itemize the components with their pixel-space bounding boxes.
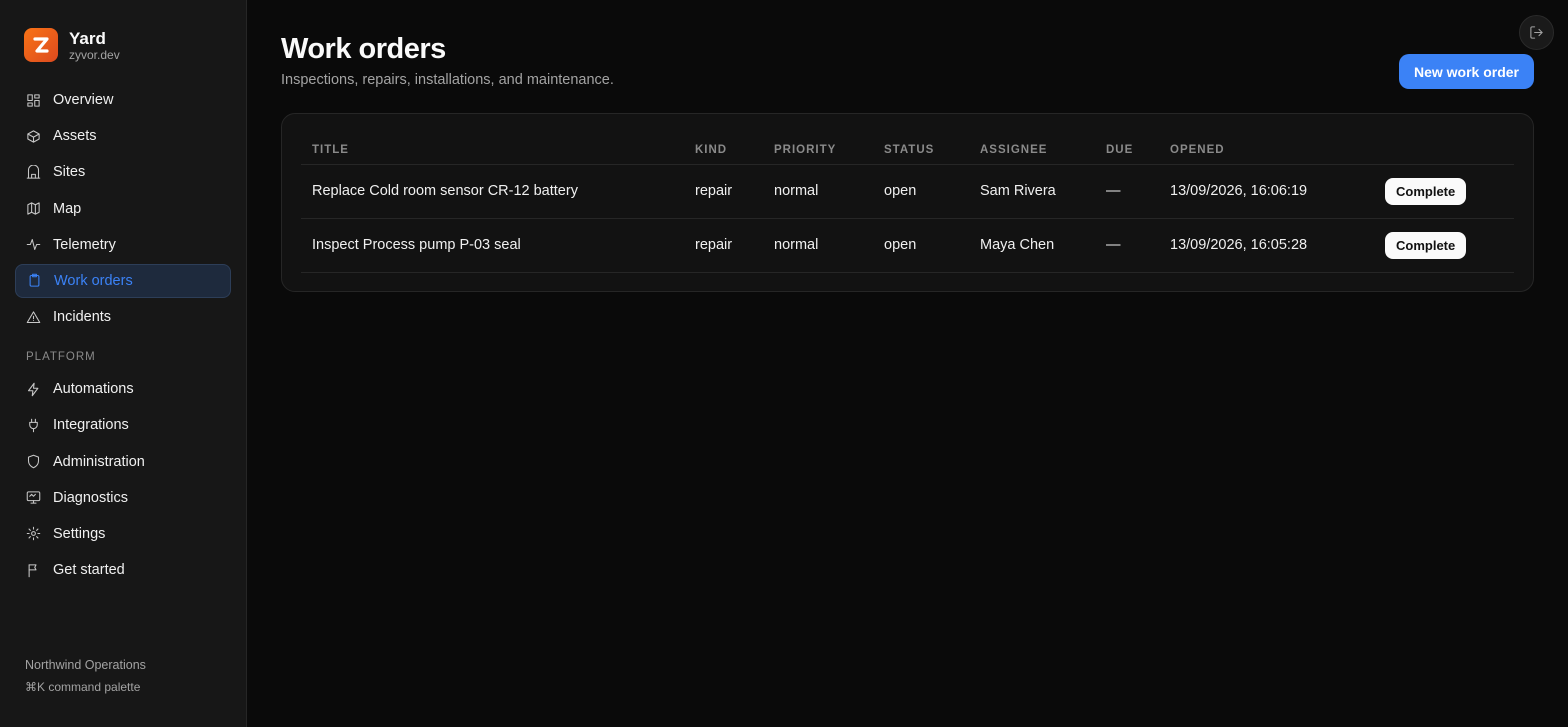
- sidebar-item-label: Diagnostics: [53, 489, 128, 506]
- cell-status: open: [873, 164, 969, 219]
- shield-icon: [25, 454, 41, 470]
- sidebar-item-assets[interactable]: Assets: [15, 119, 231, 153]
- cell-actions: Complete: [1374, 164, 1514, 219]
- sidebar-item-map[interactable]: Map: [15, 192, 231, 226]
- alert-triangle-icon: [25, 309, 41, 325]
- column-header-title: TITLE: [301, 136, 684, 165]
- cell-priority: normal: [763, 218, 873, 273]
- cell-kind: repair: [684, 218, 763, 273]
- map-icon: [25, 201, 41, 217]
- column-header-kind: KIND: [684, 136, 763, 165]
- sidebar-item-label: Sites: [53, 164, 86, 181]
- cell-kind: repair: [684, 164, 763, 219]
- main-nav: Overview Assets Sites Map Telemetry Work…: [15, 83, 231, 587]
- brand-domain: zyvor.dev: [69, 47, 120, 62]
- sidebar-item-diagnostics[interactable]: Diagnostics: [15, 481, 231, 515]
- sidebar-item-administration[interactable]: Administration: [15, 445, 231, 479]
- column-header-priority: PRIORITY: [763, 136, 873, 165]
- sidebar-item-label: Automations: [53, 381, 134, 398]
- sidebar-item-automations[interactable]: Automations: [15, 372, 231, 406]
- sidebar-item-label: Work orders: [54, 272, 133, 289]
- sidebar: Yard zyvor.dev Overview Assets Sites Map…: [0, 0, 247, 727]
- sidebar-item-get-started[interactable]: Get started: [15, 553, 231, 587]
- zap-icon: [25, 381, 41, 397]
- sidebar-item-label: Assets: [53, 128, 97, 145]
- main-content: Work orders Inspections, repairs, instal…: [247, 0, 1568, 727]
- cell-title: Inspect Process pump P-03 seal: [301, 218, 684, 273]
- brand[interactable]: Yard zyvor.dev: [24, 28, 231, 62]
- sidebar-item-label: Overview: [53, 92, 114, 108]
- cell-assignee: Sam Rivera: [969, 164, 1095, 219]
- column-header-due: DUE: [1095, 136, 1159, 165]
- sidebar-item-label: Get started: [53, 562, 125, 579]
- sidebar-item-label: Settings: [53, 525, 106, 542]
- table-row: Inspect Process pump P-03 seal repair no…: [301, 218, 1514, 273]
- cell-priority: normal: [763, 164, 873, 219]
- logout-button[interactable]: [1519, 15, 1554, 50]
- page-header: Work orders Inspections, repairs, instal…: [281, 32, 1534, 89]
- sidebar-item-label: Incidents: [53, 309, 112, 326]
- app-root: Yard zyvor.dev Overview Assets Sites Map…: [0, 0, 1568, 727]
- layout-dashboard-icon: [25, 92, 41, 108]
- section-label-platform: PLATFORM: [26, 351, 96, 364]
- table-row: Replace Cold room sensor CR-12 battery r…: [301, 164, 1514, 219]
- column-header-status: STATUS: [873, 136, 969, 165]
- cell-opened: 13/09/2026, 16:06:19: [1159, 164, 1374, 219]
- sidebar-item-incidents[interactable]: Incidents: [15, 300, 231, 334]
- cell-due: —: [1095, 218, 1159, 273]
- page-title: Work orders: [281, 33, 446, 65]
- command-palette-hint: ⌘K command palette: [25, 680, 141, 694]
- sidebar-item-sites[interactable]: Sites: [15, 155, 231, 189]
- sidebar-footer: Northwind Operations ⌘K command palette: [25, 658, 146, 694]
- new-work-order-button[interactable]: New work order: [1398, 54, 1534, 89]
- work-orders-table: TITLE KIND PRIORITY STATUS ASSIGNEE DUE …: [301, 136, 1514, 273]
- plug-icon: [25, 417, 41, 433]
- clipboard-icon: [26, 273, 42, 289]
- work-orders-table-card: TITLE KIND PRIORITY STATUS ASSIGNEE DUE …: [281, 113, 1534, 292]
- sidebar-item-overview[interactable]: Overview: [15, 83, 231, 117]
- logout-icon: [1530, 26, 1543, 39]
- table-header-row: TITLE KIND PRIORITY STATUS ASSIGNEE DUE …: [301, 136, 1514, 165]
- sidebar-item-work-orders[interactable]: Work orders: [15, 263, 231, 298]
- complete-button[interactable]: Complete: [1385, 231, 1467, 259]
- sidebar-item-telemetry[interactable]: Telemetry: [15, 228, 231, 262]
- sidebar-item-integrations[interactable]: Integrations: [15, 408, 231, 442]
- cell-due: —: [1095, 164, 1159, 219]
- page-subtitle: Inspections, repairs, installations, and…: [281, 72, 614, 88]
- activity-icon: [25, 237, 41, 253]
- sidebar-item-label: Map: [53, 200, 82, 217]
- cell-actions: Complete: [1374, 218, 1514, 273]
- org-name: Northwind Operations: [25, 658, 146, 672]
- sidebar-item-settings[interactable]: Settings: [15, 517, 231, 551]
- building-icon: [25, 164, 41, 180]
- monitor-icon: [25, 490, 41, 506]
- brand-name: Yard: [69, 28, 106, 48]
- cell-assignee: Maya Chen: [969, 218, 1095, 273]
- flag-icon: [25, 562, 41, 578]
- cell-status: open: [873, 218, 969, 273]
- cell-opened: 13/09/2026, 16:05:28: [1159, 218, 1374, 273]
- box-icon: [25, 128, 41, 144]
- cell-title: Replace Cold room sensor CR-12 battery: [301, 164, 684, 219]
- sidebar-item-label: Integrations: [53, 417, 129, 434]
- column-header-opened: OPENED: [1159, 136, 1374, 165]
- sidebar-item-label: Administration: [53, 453, 145, 470]
- column-header-actions: [1374, 136, 1514, 165]
- brand-logo-icon: [24, 28, 58, 62]
- column-header-assignee: ASSIGNEE: [969, 136, 1095, 165]
- complete-button[interactable]: Complete: [1385, 177, 1467, 205]
- sidebar-item-label: Telemetry: [53, 236, 116, 253]
- gear-icon: [25, 526, 41, 542]
